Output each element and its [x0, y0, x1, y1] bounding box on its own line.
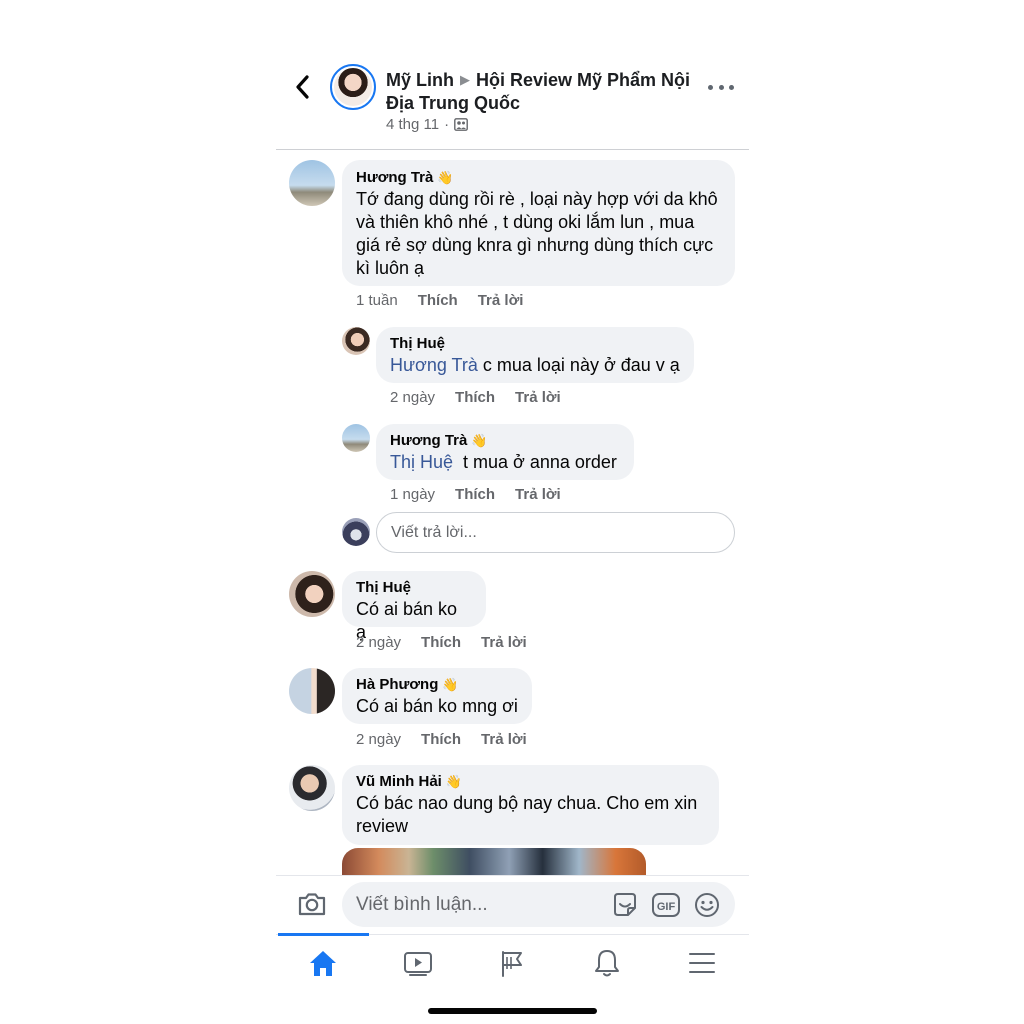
- group-members-icon: [454, 118, 469, 131]
- avatar[interactable]: [289, 668, 335, 714]
- author-name[interactable]: Mỹ Linh: [386, 70, 454, 90]
- commenter-name[interactable]: Thị Huệ: [356, 578, 472, 598]
- reply-text: t mua ở anna order: [453, 452, 617, 472]
- chevron-left-icon: [296, 75, 309, 99]
- comment-time[interactable]: 1 tuần: [356, 292, 398, 309]
- home-icon: [310, 950, 337, 976]
- mention-link[interactable]: Hương Trà: [390, 355, 478, 375]
- reply-bubble[interactable]: Hương Trà 👋 Thị Huệ t mua ở anna order: [376, 424, 634, 480]
- current-user-avatar: [342, 518, 370, 546]
- post-date[interactable]: 4 thg 11: [386, 116, 439, 133]
- reply-text-row: Hương Trà c mua loại này ở đau v ạ: [390, 354, 680, 377]
- comment-time[interactable]: 2 ngày: [390, 389, 435, 406]
- gif-icon[interactable]: GIF: [651, 891, 681, 919]
- tab-notifications[interactable]: [560, 935, 655, 990]
- author-avatar[interactable]: [330, 64, 376, 110]
- mention-link[interactable]: Thị Huệ: [390, 452, 453, 472]
- reply-button[interactable]: Trả lời: [481, 634, 527, 651]
- home-indicator: [428, 1008, 597, 1014]
- post-meta: 4 thg 11 ·: [386, 116, 469, 133]
- comment-actions: 2 ngày Thích Trả lời: [356, 731, 527, 748]
- comment-text: Tớ đang dùng rồi rè , loại này hợp với d…: [356, 189, 718, 278]
- comment-time[interactable]: 2 ngày: [356, 731, 401, 748]
- meta-separator: ·: [444, 116, 450, 133]
- commenter-name-row: Vũ Minh Hải 👋: [356, 772, 705, 792]
- emoji-icon[interactable]: [693, 891, 721, 919]
- commenter-name-row: Hương Trà 👋: [356, 168, 721, 188]
- avatar[interactable]: [342, 424, 370, 452]
- pages-flag-icon: [502, 950, 523, 977]
- commenter-name-row: Hương Trà 👋: [390, 431, 620, 451]
- tab-watch[interactable]: [371, 935, 466, 990]
- commenter-name[interactable]: Hà Phương: [356, 675, 438, 695]
- reply-bubble[interactable]: Thị Huệ Hương Trà c mua loại này ở đau v…: [376, 327, 694, 383]
- waving-hand-icon: 👋: [437, 170, 454, 185]
- comment-text: Có ai bán ko mng ơi: [356, 696, 518, 716]
- comment-bubble[interactable]: Vũ Minh Hải 👋 Có bác nao dung bộ nay chua…: [342, 765, 719, 845]
- reply-actions: 1 ngày Thích Trả lời: [390, 486, 561, 503]
- comment-text: Có bác nao dung bộ nay chua. Cho em xin …: [356, 793, 698, 836]
- camera-button[interactable]: [296, 888, 328, 920]
- back-button[interactable]: [290, 72, 314, 102]
- watch-icon: [403, 951, 432, 976]
- bottom-tab-bar: [276, 933, 749, 990]
- more-options-button[interactable]: [708, 78, 734, 96]
- commenter-name[interactable]: Hương Trà: [390, 431, 467, 451]
- reply-button[interactable]: Trả lời: [478, 292, 524, 309]
- tab-home[interactable]: [276, 933, 371, 990]
- reply-text-row: Thị Huệ t mua ở anna order: [390, 451, 620, 474]
- avatar[interactable]: [289, 571, 335, 617]
- like-button[interactable]: Thích: [418, 292, 458, 309]
- commenter-name[interactable]: Hương Trà: [356, 168, 433, 188]
- tab-pages[interactable]: [465, 935, 560, 990]
- reply-text: c mua loại này ở đau v ạ: [477, 355, 680, 375]
- reply-input[interactable]: Viết trả lời...: [376, 512, 735, 553]
- menu-icon: [688, 952, 715, 973]
- avatar[interactable]: [289, 160, 335, 206]
- waving-hand-icon: 👋: [445, 774, 463, 789]
- reply-actions: 2 ngày Thích Trả lời: [390, 389, 561, 406]
- comment-bubble[interactable]: Thị Huệ Có ai bán ko ạ: [342, 571, 486, 642]
- svg-text:GIF: GIF: [657, 901, 676, 913]
- like-button[interactable]: Thích: [455, 486, 495, 503]
- like-button[interactable]: Thích: [421, 731, 461, 748]
- arrow-right-icon: ▶: [460, 72, 470, 87]
- camera-icon: [298, 893, 326, 916]
- comment-bubble[interactable]: Hà Phương 👋 Có ai bán ko mng ơi: [342, 668, 532, 724]
- comment-composer[interactable]: Viết bình luận... GIF: [342, 882, 735, 927]
- waving-hand-icon: 👋: [471, 433, 488, 448]
- composer-icons: GIF: [611, 891, 721, 919]
- waving-hand-icon: 👋: [442, 677, 459, 692]
- comment-time[interactable]: 2 ngày: [356, 634, 401, 651]
- composer-divider: [276, 875, 749, 876]
- reply-button[interactable]: Trả lời: [515, 486, 561, 503]
- comment-time[interactable]: 1 ngày: [390, 486, 435, 503]
- like-button[interactable]: Thích: [421, 634, 461, 651]
- comment-photo[interactable]: [342, 848, 646, 876]
- avatar[interactable]: [342, 327, 370, 355]
- reply-button[interactable]: Trả lời: [515, 389, 561, 406]
- header-divider: [276, 149, 749, 150]
- like-button[interactable]: Thích: [455, 389, 495, 406]
- reply-button[interactable]: Trả lời: [481, 731, 527, 748]
- post-header-title: Mỹ Linh ▶ Hội Review Mỹ Phẩm Nội Địa Trung…: [386, 68, 696, 115]
- comment-bubble[interactable]: Hương Trà 👋 Tớ đang dùng rồi rè , loại nà…: [342, 160, 735, 286]
- avatar[interactable]: [289, 765, 335, 811]
- sticker-icon[interactable]: [611, 891, 639, 919]
- commenter-name[interactable]: Vũ Minh Hải: [356, 772, 442, 792]
- commenter-name[interactable]: Thị Huệ: [390, 334, 680, 354]
- comment-input[interactable]: Viết bình luận...: [356, 894, 611, 916]
- notifications-bell-icon: [595, 949, 620, 976]
- comment-actions: 2 ngày Thích Trả lời: [356, 634, 527, 651]
- commenter-name-row: Hà Phương 👋: [356, 675, 518, 695]
- comment-actions: 1 tuần Thích Trả lời: [356, 292, 523, 309]
- tab-menu[interactable]: [654, 935, 749, 990]
